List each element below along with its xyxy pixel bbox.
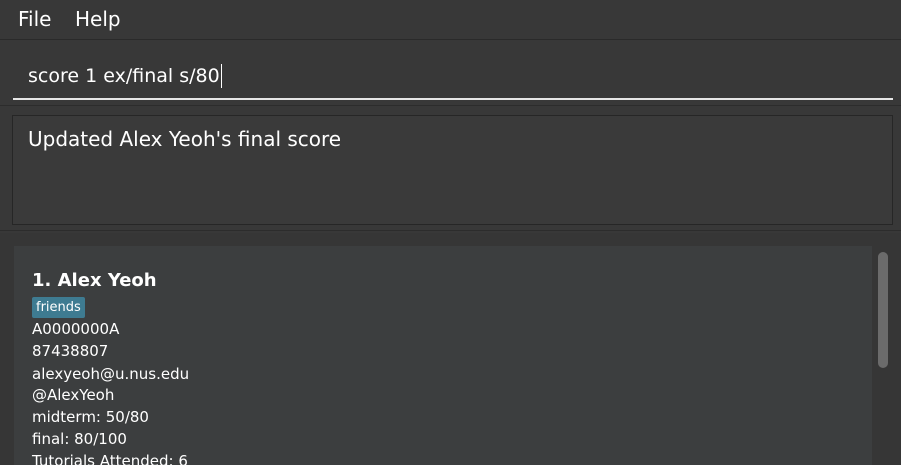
result-message: Updated Alex Yeoh's final score [28,127,342,151]
menu-file[interactable]: File [18,6,51,32]
menu-help[interactable]: Help [75,6,121,32]
command-pane: score 1 ex/final s/80 [0,41,901,106]
result-display: Updated Alex Yeoh's final score [12,115,893,225]
text-caret [220,64,222,88]
person-email: alexyeoh@u.nus.edu [32,365,190,383]
person-list[interactable]: 1. Alex Yeoh friends A0000000A 87438807 … [0,233,901,465]
menu-bar: File Help [0,0,901,40]
result-pane: Updated Alex Yeoh's final score [0,107,901,231]
person-phone: 87438807 [32,342,109,360]
scrollbar-thumb[interactable] [878,252,888,368]
person-final: final: 80/100 [32,430,127,448]
app-window: File Help score 1 ex/final s/80 Updated … [0,0,901,465]
person-card[interactable]: 1. Alex Yeoh friends A0000000A 87438807 … [14,246,872,465]
command-input-text: score 1 ex/final s/80 [28,64,222,88]
person-name: 1. Alex Yeoh [32,270,157,291]
person-tutorials: Tutorials Attended: 6 [32,452,188,465]
command-input[interactable]: score 1 ex/final s/80 [13,50,893,100]
tag-badge: friends [32,297,85,318]
person-student-id: A0000000A [32,320,120,338]
person-midterm: midterm: 50/80 [32,408,149,426]
person-telegram: @AlexYeoh [32,386,115,404]
command-value: score 1 ex/final s/80 [28,65,220,87]
